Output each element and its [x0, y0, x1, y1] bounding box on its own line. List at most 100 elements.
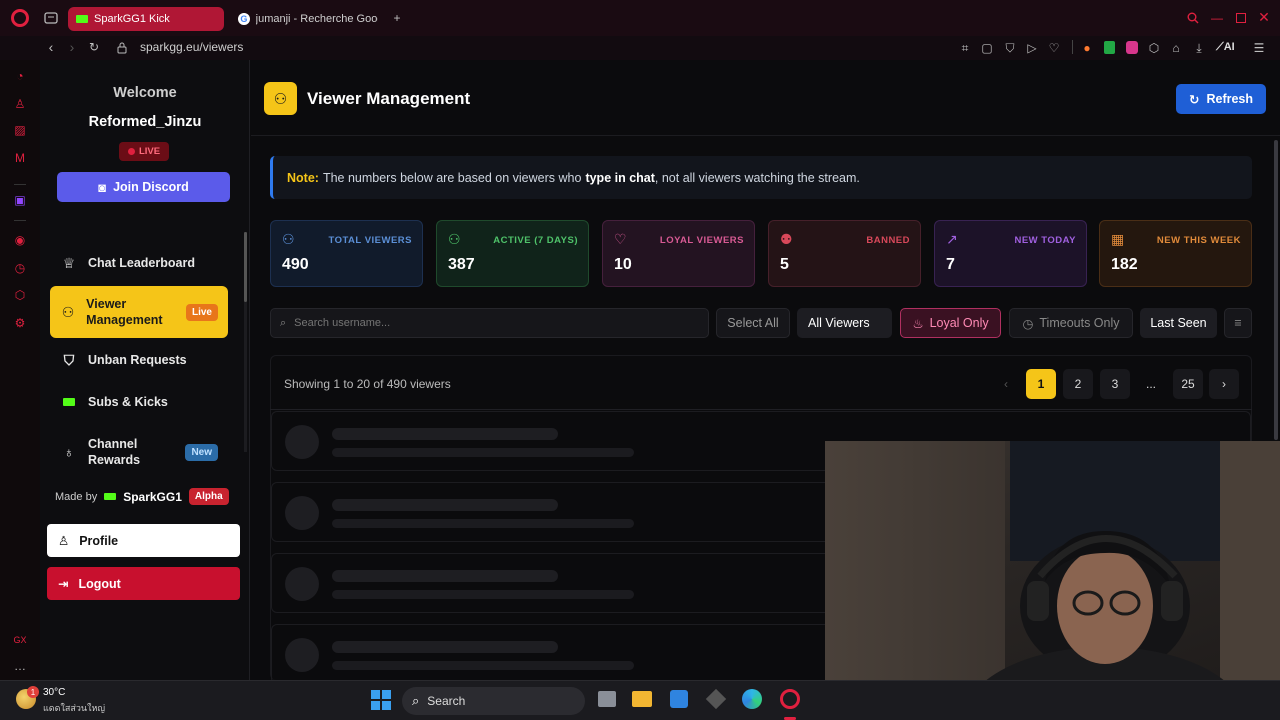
- player-icon[interactable]: ◉: [12, 232, 28, 248]
- note-text-end: , not all viewers watching the stream.: [654, 170, 860, 185]
- extensions-puzzle-icon[interactable]: ⬡: [1148, 41, 1160, 55]
- made-by-label: Made by: [55, 490, 98, 503]
- loyal-only-button[interactable]: ♨ Loyal Only: [900, 308, 1001, 338]
- download-icon[interactable]: ⤓: [1193, 41, 1205, 55]
- shield-icon[interactable]: ⛉: [1004, 41, 1016, 55]
- clock-icon: ◷: [1022, 316, 1034, 331]
- tab-jumanji-search[interactable]: G jumanji - Recherche Googl: [230, 7, 386, 31]
- sidebar-item-label: Channel Rewards: [88, 437, 141, 467]
- gx-icon[interactable]: GX: [12, 632, 28, 648]
- stat-value: 10: [614, 256, 632, 273]
- page-scroll-thumb[interactable]: [1274, 140, 1278, 440]
- tab-menu-icon[interactable]: [44, 11, 58, 25]
- pagination-page-1[interactable]: 1: [1026, 369, 1056, 399]
- heart-icon[interactable]: ♡: [1048, 41, 1060, 55]
- easy-setup-menu-icon[interactable]: ☰: [1253, 41, 1265, 55]
- play-icon[interactable]: ▷: [1026, 41, 1038, 55]
- sidebar-item-viewer-management[interactable]: ⚇ Viewer Management Live: [50, 286, 228, 338]
- ai-button[interactable]: ⟋AI: [1216, 41, 1235, 54]
- sidebar-item-chat-leaderboard[interactable]: ♕ Chat Leaderboard: [50, 248, 228, 278]
- refresh-label: Refresh: [1206, 92, 1254, 106]
- pinboard-icon[interactable]: ▨: [12, 122, 28, 138]
- sidebar-scroll-thumb[interactable]: [244, 232, 247, 302]
- username: Reformed_Jinzu: [88, 114, 202, 130]
- pagination-next-button[interactable]: ›: [1209, 369, 1239, 399]
- microsoft-store-icon[interactable]: [670, 690, 688, 708]
- sidebar-item-subs-kicks[interactable]: Subs & Kicks: [50, 387, 228, 417]
- extensions-icon[interactable]: ⬡: [12, 287, 28, 303]
- snapshot-icon[interactable]: ⌗: [959, 41, 971, 55]
- search-icon: ⌕: [280, 316, 287, 329]
- pagination-prev-button[interactable]: ‹: [991, 369, 1021, 399]
- pagination-page-3[interactable]: 3: [1100, 369, 1130, 399]
- sidebar-scrollbar[interactable]: [244, 232, 247, 452]
- sort-select[interactable]: Last Seen: [1140, 308, 1217, 338]
- speed-dial-icon[interactable]: ◔: [12, 68, 28, 84]
- extension-fire-icon[interactable]: ●: [1081, 41, 1093, 55]
- sidebar-item-channel-rewards[interactable]: ♁ Channel Rewards New: [50, 434, 228, 470]
- opera-logo-icon[interactable]: [11, 9, 29, 27]
- text-placeholder: [332, 661, 634, 670]
- sort-order-button[interactable]: ≡: [1224, 308, 1252, 338]
- taskbar-search[interactable]: ⌕ Search: [402, 687, 585, 715]
- viewer-filter-label: All Viewers: [808, 316, 870, 330]
- logout-button[interactable]: ⇥ Logout: [47, 567, 240, 600]
- task-view-icon[interactable]: [598, 691, 616, 707]
- select-all-button[interactable]: Select All: [716, 308, 790, 338]
- extension-green-icon[interactable]: [1104, 41, 1115, 54]
- logout-icon: ⇥: [58, 577, 69, 591]
- text-placeholder: [332, 499, 558, 511]
- extension-pink-icon[interactable]: [1126, 41, 1138, 54]
- search-tabs-icon[interactable]: [1186, 11, 1200, 25]
- page-number: 3: [1111, 377, 1119, 391]
- wallet-icon[interactable]: ⌂: [1170, 41, 1182, 55]
- reload-icon[interactable]: ↻: [88, 40, 100, 54]
- join-discord-button[interactable]: ◙ Join Discord: [57, 172, 230, 202]
- more-icon[interactable]: …: [12, 658, 28, 674]
- refresh-button[interactable]: ↻ Refresh: [1176, 84, 1266, 114]
- edge-browser-icon[interactable]: [742, 689, 762, 709]
- windows-start-icon[interactable]: [371, 690, 391, 710]
- opera-gx-icon[interactable]: [780, 689, 800, 709]
- close-icon[interactable]: ✕: [1258, 9, 1270, 25]
- twitch-icon[interactable]: ▣: [12, 192, 28, 208]
- chevron-right-icon: ›: [1222, 377, 1226, 391]
- sidebar-item-unban-requests[interactable]: ⛉ Unban Requests: [50, 345, 228, 375]
- maximize-icon[interactable]: [1236, 13, 1246, 23]
- welcome-text: Welcome: [113, 85, 177, 101]
- timeouts-only-button[interactable]: ◷ Timeouts Only: [1009, 308, 1133, 338]
- stat-value: 7: [946, 256, 955, 273]
- file-explorer-icon[interactable]: [632, 691, 652, 707]
- pagination-page-25[interactable]: 25: [1173, 369, 1203, 399]
- pagination-page-2[interactable]: 2: [1063, 369, 1093, 399]
- back-icon[interactable]: ‹: [45, 39, 57, 55]
- profile-button[interactable]: ♙ Profile: [47, 524, 240, 557]
- page-number: ...: [1145, 377, 1156, 391]
- stat-total-viewers: ⚇ TOTAL VIEWERS 490: [270, 220, 423, 287]
- app-icon[interactable]: [705, 688, 727, 710]
- new-tab-icon[interactable]: +: [390, 11, 404, 25]
- live-badge-label: LIVE: [138, 146, 161, 157]
- text-placeholder: [332, 590, 634, 599]
- forward-icon[interactable]: ›: [66, 39, 78, 55]
- stat-value: 182: [1111, 256, 1138, 273]
- search-input[interactable]: [294, 317, 685, 329]
- stat-value: 5: [780, 256, 789, 273]
- stat-new-today: ↗ NEW TODAY 7: [934, 220, 1087, 287]
- note-banner: Note: The numbers below are based on vie…: [270, 156, 1252, 199]
- messenger-icon[interactable]: M: [12, 150, 28, 166]
- header-divider: [251, 135, 1280, 136]
- url-field[interactable]: sparkgg.eu/viewers: [140, 40, 243, 54]
- heart-icon: ♡: [614, 231, 627, 247]
- opera-sidebar-strip: ◔ ♙ ▨ M ▣ ◉ ◷ ⬡ ⚙ GX …: [0, 60, 40, 680]
- text-placeholder: [332, 570, 558, 582]
- settings-gear-icon[interactable]: ⚙: [12, 315, 28, 331]
- timeouts-only-label: Timeouts Only: [1039, 316, 1120, 330]
- crop-icon[interactable]: ▢: [981, 41, 993, 55]
- aria-icon[interactable]: ♙: [12, 96, 28, 112]
- minimize-icon[interactable]: —: [1211, 11, 1223, 25]
- history-icon[interactable]: ◷: [12, 260, 28, 276]
- tab-sparkgg1-kick[interactable]: SparkGG1 Kick: [68, 7, 224, 31]
- viewer-filter-select[interactable]: All Viewers: [797, 308, 892, 338]
- search-box[interactable]: ⌕: [270, 308, 709, 338]
